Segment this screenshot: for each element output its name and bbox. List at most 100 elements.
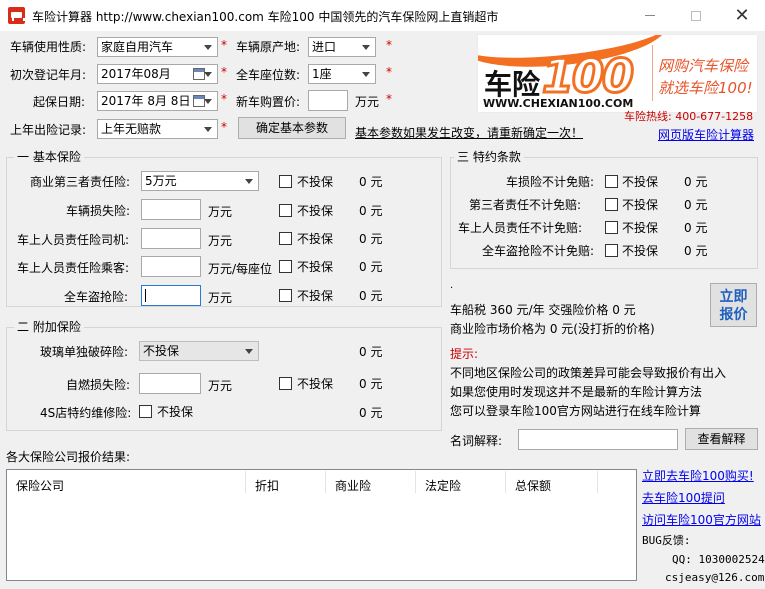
unit-per-seat-text: 万元/每座位 <box>208 262 273 276</box>
last-year-select[interactable]: 上年无赔款 <box>97 119 218 139</box>
special-term-checkbox[interactable] <box>605 244 618 257</box>
special-term-label: 车损险不计免赔: <box>506 175 595 189</box>
repair-label: 4S店特约维修险: <box>40 406 132 420</box>
ask-link[interactable]: 去车险100提问 <box>642 489 725 506</box>
amount-text: 0 元 <box>359 204 383 218</box>
maximize-button[interactable] <box>673 0 719 31</box>
repair-checkbox[interactable] <box>139 405 152 418</box>
column-separator <box>505 471 506 493</box>
passenger-input[interactable] <box>141 256 201 277</box>
origin-select[interactable]: 进口 <box>308 37 376 57</box>
amount-text: 0 元 <box>359 289 383 303</box>
confirm-params-button[interactable]: 确定基本参数 <box>238 117 346 139</box>
vehicle-damage-checkbox[interactable] <box>279 204 292 217</box>
additional-insurance-title: 二 附加保险 <box>14 320 84 334</box>
tip-title: 提示: <box>450 347 479 361</box>
not-insured-label: 不投保 <box>622 175 659 189</box>
logo-divider <box>652 45 653 101</box>
unit-text: 万元 <box>208 205 233 219</box>
results-table[interactable]: 保险公司 折扣 商业险 法定险 总保额 <box>6 469 637 581</box>
minimize-button[interactable] <box>627 0 673 31</box>
passenger-checkbox[interactable] <box>279 260 292 273</box>
calendar-icon[interactable] <box>193 68 205 80</box>
seats-select[interactable]: 1座 <box>308 64 376 84</box>
not-insured-label: 不投保 <box>622 244 659 258</box>
glass-select[interactable]: 不投保 <box>139 341 259 361</box>
market-price-line: 商业险市场价格为 0 元(没打折的价格) <box>450 322 655 336</box>
third-party-checkbox[interactable] <box>279 175 292 188</box>
logo-brand-num: 100 <box>540 48 635 105</box>
driver-checkbox[interactable] <box>279 232 292 245</box>
special-term-checkbox[interactable] <box>605 175 618 188</box>
required-mark: * <box>386 92 392 106</box>
amount-text: 0 元 <box>684 175 708 189</box>
not-insured-label: 不投保 <box>157 405 194 419</box>
required-mark: * <box>221 65 227 79</box>
driver-input[interactable] <box>141 228 201 249</box>
origin-label: 车辆原产地: <box>236 40 301 54</box>
close-icon: ✕ <box>734 5 750 26</box>
unit-text: 万元 <box>208 379 233 393</box>
chexian100-logo[interactable]: 车险 100 WWW.CHEXIAN100.COM 网购汽车保险 就选车险100… <box>477 34 758 113</box>
column-header[interactable]: 保险公司 <box>16 477 64 494</box>
start-date-label: 起保日期: <box>33 95 86 109</box>
close-button[interactable]: ✕ <box>719 0 765 31</box>
quote-now-button[interactable]: 立即 报价 <box>710 283 757 327</box>
view-glossary-button[interactable]: 查看解释 <box>685 428 758 450</box>
window-title: 车险计算器 http://www.chexian100.com 车险100 中国… <box>32 10 499 24</box>
theft-input[interactable] <box>141 285 201 306</box>
driver-label: 车上人员责任险司机: <box>17 233 130 247</box>
reg-date-picker[interactable]: 2017年08月 <box>97 64 218 84</box>
not-insured-label: 不投保 <box>297 232 334 246</box>
not-insured-label: 不投保 <box>297 204 334 218</box>
basic-insurance-title: 一 基本保险 <box>14 150 84 164</box>
web-calculator-link[interactable]: 网页版车险计算器 <box>658 126 754 143</box>
not-insured-label: 不投保 <box>297 289 334 303</box>
glass-label: 玻璃单独破碎险: <box>40 345 129 359</box>
bug-feedback-label: BUG反馈: <box>642 534 691 547</box>
column-header[interactable]: 商业险 <box>335 477 371 494</box>
start-date-picker[interactable]: 2017年 8月 8日 <box>97 91 218 111</box>
tip-line: 如果您使用时发现这并不是最新的车险计算方法 <box>450 385 703 399</box>
seats-label: 全车座位数: <box>236 68 301 82</box>
text-caret <box>145 289 146 302</box>
column-separator <box>415 471 416 493</box>
usage-label: 车辆使用性质: <box>10 40 87 54</box>
self-ignite-label: 自燃损失险: <box>66 378 131 392</box>
amount-text: 0 元 <box>684 198 708 212</box>
third-party-select[interactable]: 5万元 <box>141 171 259 191</box>
not-insured-label: 不投保 <box>297 377 334 391</box>
vehicle-damage-input[interactable] <box>141 199 201 220</box>
self-ignite-checkbox[interactable] <box>279 377 292 390</box>
logo-slogan-2: 就选车险100! <box>658 79 753 97</box>
required-mark: * <box>221 38 227 52</box>
special-term-label: 全车盗抢险不计免赔: <box>482 244 595 258</box>
new-price-unit: 万元 <box>355 95 380 109</box>
theft-checkbox[interactable] <box>279 289 292 302</box>
glossary-label: 名词解释: <box>450 434 503 448</box>
minimize-icon <box>645 15 655 16</box>
special-term-checkbox[interactable] <box>605 198 618 211</box>
amount-text: 0 元 <box>359 345 383 359</box>
glossary-input[interactable] <box>518 429 678 450</box>
column-header[interactable]: 折扣 <box>255 477 279 494</box>
amount-text: 0 元 <box>684 244 708 258</box>
separator-dot: · <box>450 283 454 294</box>
column-header[interactable]: 总保额 <box>515 477 551 494</box>
self-ignite-input[interactable] <box>139 373 201 394</box>
calendar-icon[interactable] <box>193 95 205 107</box>
quote-button-line1: 立即 <box>719 289 748 305</box>
buy-link[interactable]: 立即去车险100购买! <box>642 467 754 484</box>
special-term-checkbox[interactable] <box>605 221 618 234</box>
amount-text: 0 元 <box>359 406 383 420</box>
not-insured-label: 不投保 <box>622 221 659 235</box>
email-contact: csjeasy@126.com <box>665 571 765 584</box>
tip-line: 您可以登录车险100官方网站进行在线车险计算 <box>450 404 701 418</box>
usage-select[interactable]: 家庭自用汽车 <box>97 37 218 57</box>
new-price-input[interactable] <box>308 90 348 111</box>
special-term-label: 车上人员责任不计免赔: <box>458 221 583 235</box>
quote-button-line2: 报价 <box>719 307 748 323</box>
vehicle-damage-label: 车辆损失险: <box>66 204 131 218</box>
column-header[interactable]: 法定险 <box>425 477 461 494</box>
visit-site-link[interactable]: 访问车险100官方网站 <box>642 511 761 528</box>
